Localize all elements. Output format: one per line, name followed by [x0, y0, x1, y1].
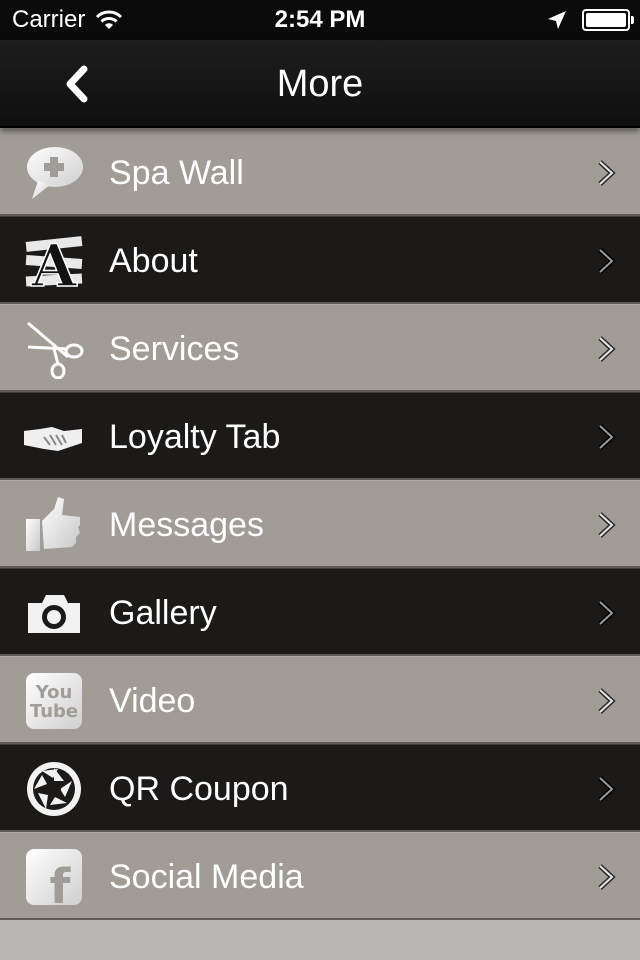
menu-list: Spa Wall A About Services Loyalty Tab Me… — [0, 128, 640, 920]
youtube-icon: You Tube — [24, 671, 84, 731]
menu-item-label: About — [109, 242, 198, 280]
facebook-icon-letter: f — [50, 859, 72, 907]
chevron-right-icon — [598, 688, 616, 714]
youtube-icon-text-bottom: Tube — [30, 701, 78, 722]
menu-item-label: Services — [109, 330, 240, 368]
status-bar: Carrier 2:54 PM — [0, 0, 640, 40]
page-title: More — [276, 63, 364, 105]
chat-bubble-plus-icon — [24, 143, 84, 203]
battery-icon — [582, 9, 634, 31]
navigation-bar: More — [0, 40, 640, 128]
chevron-right-icon — [598, 776, 616, 802]
facebook-icon: f — [24, 847, 84, 907]
chevron-right-icon — [598, 336, 616, 362]
bottom-filler — [0, 920, 640, 960]
handshake-icon — [24, 407, 84, 467]
menu-item-services[interactable]: Services — [0, 304, 640, 392]
chevron-right-icon — [598, 160, 616, 186]
menu-item-label: Loyalty Tab — [109, 418, 281, 456]
camera-icon — [24, 583, 84, 643]
thumbs-up-icon — [24, 495, 84, 555]
menu-item-spa-wall[interactable]: Spa Wall — [0, 128, 640, 216]
letter-a-icon: A — [24, 231, 84, 291]
menu-item-loyalty-tab[interactable]: Loyalty Tab — [0, 392, 640, 480]
youtube-icon-text-top: You — [35, 682, 73, 703]
chevron-right-icon — [598, 512, 616, 538]
status-time: 2:54 PM — [274, 6, 366, 33]
status-right — [546, 0, 634, 40]
menu-item-label: Social Media — [109, 858, 304, 896]
menu-item-label: Gallery — [109, 594, 217, 632]
chevron-right-icon — [598, 248, 616, 274]
menu-item-video[interactable]: You Tube Video — [0, 656, 640, 744]
chevron-right-icon — [598, 424, 616, 450]
chevron-right-icon — [598, 864, 616, 890]
menu-item-qr-coupon[interactable]: QR Coupon — [0, 744, 640, 832]
menu-item-gallery[interactable]: Gallery — [0, 568, 640, 656]
chevron-right-icon — [598, 600, 616, 626]
menu-item-label: Messages — [109, 506, 264, 544]
svg-text:A: A — [30, 232, 77, 291]
menu-item-label: QR Coupon — [109, 770, 289, 808]
menu-item-label: Video — [109, 682, 196, 720]
aperture-icon — [24, 759, 84, 819]
menu-item-messages[interactable]: Messages — [0, 480, 640, 568]
menu-item-about[interactable]: A About — [0, 216, 640, 304]
location-arrow-icon — [548, 11, 566, 29]
menu-item-label: Spa Wall — [109, 154, 244, 192]
scissors-icon — [24, 319, 84, 379]
menu-item-social-media[interactable]: f Social Media — [0, 832, 640, 920]
